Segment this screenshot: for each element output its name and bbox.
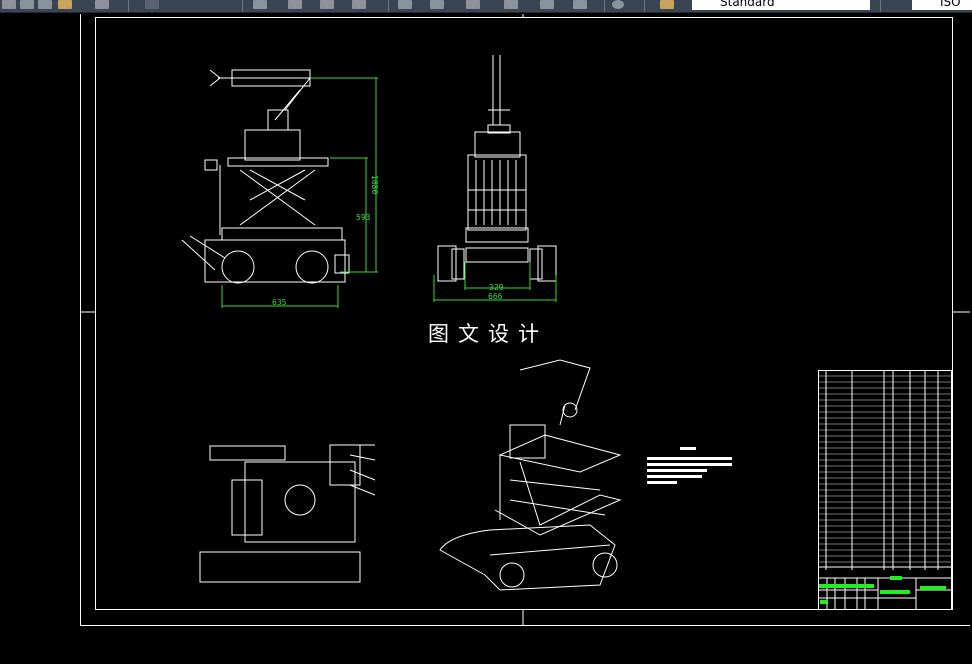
open-icon[interactable] <box>2 0 16 9</box>
front-view <box>437 55 557 282</box>
dim-side-height-lower: 593 <box>356 213 371 222</box>
zoom-realtime-icon[interactable] <box>288 0 302 9</box>
isometric-view <box>439 359 622 591</box>
markup-icon[interactable] <box>540 0 554 9</box>
match-properties-icon[interactable] <box>38 0 52 9</box>
save-icon[interactable] <box>20 0 34 9</box>
detail-view <box>199 444 376 583</box>
text-style-icon[interactable] <box>660 0 674 9</box>
print-icon[interactable] <box>58 0 72 9</box>
design-center-icon[interactable] <box>430 0 444 9</box>
text-style-dropdown[interactable]: Standard <box>692 0 870 10</box>
redo-icon[interactable] <box>145 0 159 9</box>
tool-palette-icon[interactable] <box>466 0 480 9</box>
properties-icon[interactable] <box>398 0 412 9</box>
dim-front-overall: 666 <box>488 292 503 301</box>
drawing-title: 图文设计 <box>428 322 548 346</box>
zoom-window-icon[interactable] <box>320 0 334 9</box>
sheet-set-icon[interactable] <box>504 0 518 9</box>
toolbar: Standard ISO <box>0 0 972 13</box>
inner-border <box>95 17 953 610</box>
dim-side-height-total: 1080 <box>370 175 379 194</box>
pan-icon[interactable] <box>253 0 267 9</box>
zoom-previous-icon[interactable] <box>352 0 366 9</box>
undo-icon[interactable] <box>95 0 109 9</box>
side-view <box>181 69 350 284</box>
dim-side-width: 635 <box>272 298 287 307</box>
calculator-icon[interactable] <box>573 0 587 9</box>
dim-style-dropdown[interactable]: ISO <box>912 0 972 10</box>
notes-block <box>647 447 732 484</box>
help-icon[interactable] <box>612 0 624 9</box>
dim-front-inner: 329 <box>489 283 504 292</box>
